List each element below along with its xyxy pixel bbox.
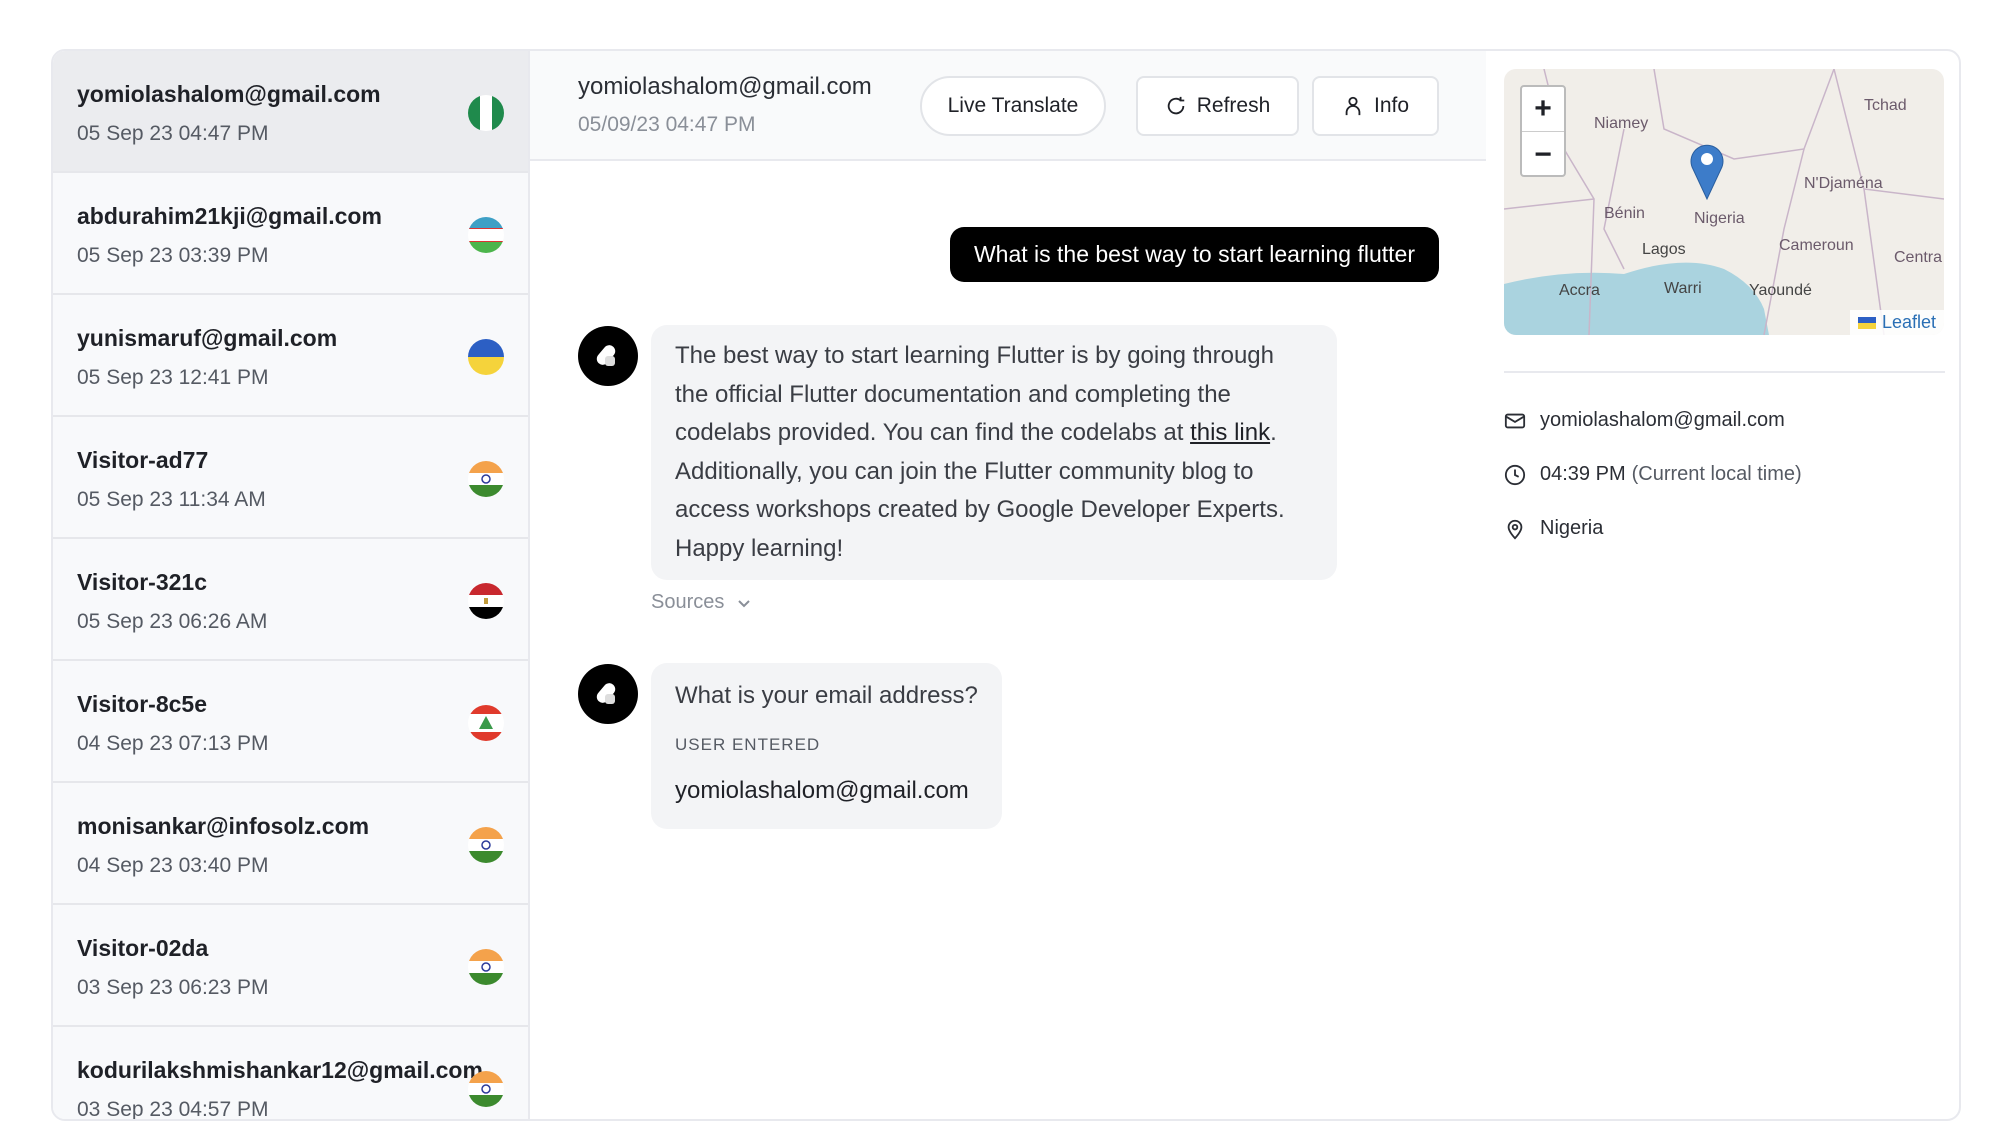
visitor-local-time: 04:39 PM (Current local time)	[1504, 463, 1802, 486]
zoom-out-button[interactable]: −	[1522, 132, 1564, 177]
user-entered-value: yomiolashalom@gmail.com	[675, 777, 969, 804]
visitor-email: yomiolashalom@gmail.com	[1504, 409, 1785, 432]
conversation-name: kodurilakshmishankar12@gmail.com	[77, 1057, 483, 1083]
conversation-date: 05 Sep 23 04:47 PM	[77, 122, 269, 145]
conversation-date: 04 Sep 23 03:40 PM	[77, 854, 269, 877]
visitor-location: Nigeria	[1504, 517, 1603, 540]
conversation-date: 03 Sep 23 04:57 PM	[77, 1098, 269, 1119]
sources-label: Sources	[651, 591, 725, 613]
map-label: Yaoundé	[1749, 282, 1812, 299]
user-entered-label: USER ENTERED	[675, 734, 821, 754]
map-label: Lagos	[1642, 241, 1686, 258]
conversation-date: 05 Sep 23 03:39 PM	[77, 244, 269, 267]
india-flag-icon	[468, 1071, 504, 1107]
bot-avatar-icon	[578, 326, 638, 386]
local-time-note: (Current local time)	[1631, 463, 1802, 485]
map-label: Cameroun	[1779, 237, 1854, 254]
conversation-item[interactable]: yunismaruf@gmail.com 05 Sep 23 12:41 PM	[53, 295, 528, 417]
map-label: Accra	[1559, 282, 1600, 299]
live-translate-label: Live Translate	[947, 94, 1079, 117]
location-map[interactable]: Niamey Tchad N'Djaména Bénin Nigeria Cam…	[1504, 69, 1944, 335]
conversation-item[interactable]: abdurahim21kji@gmail.com 05 Sep 23 03:39…	[53, 173, 528, 295]
conversation-date: 05 Sep 23 11:34 AM	[77, 488, 266, 511]
conversation-name: Visitor-02da	[77, 935, 209, 961]
divider	[1504, 371, 1945, 373]
india-flag-icon	[468, 827, 504, 863]
map-marker-icon[interactable]	[1689, 141, 1725, 201]
map-label: N'Djaména	[1804, 175, 1883, 192]
nigeria-flag-icon	[468, 95, 504, 131]
location-text: Nigeria	[1540, 517, 1604, 539]
user-icon	[1345, 96, 1361, 116]
ukraine-flag-icon	[468, 339, 504, 375]
conversation-item[interactable]: Visitor-ad77 05 Sep 23 11:34 AM	[53, 417, 528, 539]
sources-toggle[interactable]: Sources	[651, 591, 752, 614]
conversation-name: Visitor-321c	[77, 569, 207, 595]
info-label: Info	[1373, 94, 1410, 117]
conversation-list[interactable]: yomiolashalom@gmail.com 05 Sep 23 04:47 …	[53, 51, 530, 1119]
conversation-item[interactable]: kodurilakshmishankar12@gmail.com 03 Sep …	[53, 1027, 528, 1119]
ukraine-flag-icon	[1857, 316, 1876, 329]
conversation-name: Visitor-8c5e	[77, 691, 207, 717]
visitor-email-text: yomiolashalom@gmail.com	[1540, 409, 1785, 431]
leaflet-link[interactable]: Leaflet	[1882, 312, 1936, 333]
refresh-label: Refresh	[1196, 94, 1271, 117]
conversation-name: abdurahim21kji@gmail.com	[77, 203, 382, 229]
mail-icon	[1504, 413, 1526, 428]
uzbekistan-flag-icon	[468, 217, 504, 253]
map-attribution[interactable]: Leaflet	[1849, 310, 1944, 335]
conversation-item[interactable]: monisankar@infosolz.com 04 Sep 23 03:40 …	[53, 783, 528, 905]
conversation-date: 05 Sep 23 12:41 PM	[77, 366, 269, 389]
lebanon-flag-icon	[468, 705, 504, 741]
conversation-name: monisankar@infosolz.com	[77, 813, 370, 839]
bot-message-text: The best way to start learning Flutter i…	[675, 342, 1274, 446]
conversation-name: yomiolashalom@gmail.com	[77, 81, 381, 107]
zoom-in-button[interactable]: +	[1522, 87, 1564, 132]
india-flag-icon	[468, 461, 504, 497]
chat-contact-date: 05/09/23 04:47 PM	[578, 113, 756, 136]
map-label: Centra	[1894, 249, 1943, 266]
egypt-flag-icon	[468, 583, 504, 619]
conversation-name: Visitor-ad77	[77, 447, 209, 473]
conversation-date: 04 Sep 23 07:13 PM	[77, 732, 269, 755]
bot-question-text: What is your email address?	[675, 682, 978, 709]
conversation-date: 05 Sep 23 06:26 AM	[77, 610, 268, 633]
refresh-button[interactable]: Refresh	[1136, 76, 1299, 136]
location-pin-icon	[1507, 519, 1523, 539]
india-flag-icon	[468, 949, 504, 985]
live-translate-button[interactable]: Live Translate	[920, 76, 1106, 136]
conversation-name: yunismaruf@gmail.com	[77, 325, 338, 351]
user-message: What is the best way to start learning f…	[949, 227, 1439, 282]
local-time: 04:39 PM	[1540, 463, 1626, 485]
chevron-down-icon	[738, 599, 751, 607]
map-label: Nigeria	[1694, 210, 1745, 227]
conversation-date: 03 Sep 23 06:23 PM	[77, 976, 269, 999]
info-button[interactable]: Info	[1312, 76, 1439, 136]
map-label: Bénin	[1604, 205, 1645, 222]
bot-avatar-icon	[578, 664, 638, 724]
map-label: Warri	[1664, 280, 1702, 297]
codelabs-link[interactable]: this link	[1190, 419, 1270, 446]
inbox-card: yomiolashalom@gmail.com 05 Sep 23 04:47 …	[51, 49, 1961, 1121]
conversation-item[interactable]: Visitor-02da 03 Sep 23 06:23 PM	[53, 905, 528, 1027]
clock-icon	[1504, 464, 1526, 485]
map-zoom-control: + −	[1520, 85, 1566, 177]
conversation-item[interactable]: yomiolashalom@gmail.com 05 Sep 23 04:47 …	[53, 51, 528, 173]
chat-contact-name: yomiolashalom@gmail.com	[578, 73, 872, 100]
bot-question-message: What is your email address? USER ENTERED…	[651, 663, 1002, 829]
map-label: Niamey	[1594, 115, 1649, 132]
conversation-item[interactable]: Visitor-321c 05 Sep 23 06:26 AM	[53, 539, 528, 661]
map-label: Tchad	[1864, 97, 1907, 114]
conversation-item[interactable]: Visitor-8c5e 04 Sep 23 07:13 PM	[53, 661, 528, 783]
bot-message: The best way to start learning Flutter i…	[651, 325, 1337, 580]
refresh-icon	[1167, 96, 1184, 115]
chat-panel: yomiolashalom@gmail.com 05/09/23 04:47 P…	[530, 51, 1486, 1119]
chat-header: yomiolashalom@gmail.com 05/09/23 04:47 P…	[530, 51, 1486, 161]
visitor-details-panel: Niamey Tchad N'Djaména Bénin Nigeria Cam…	[1486, 51, 1959, 1119]
